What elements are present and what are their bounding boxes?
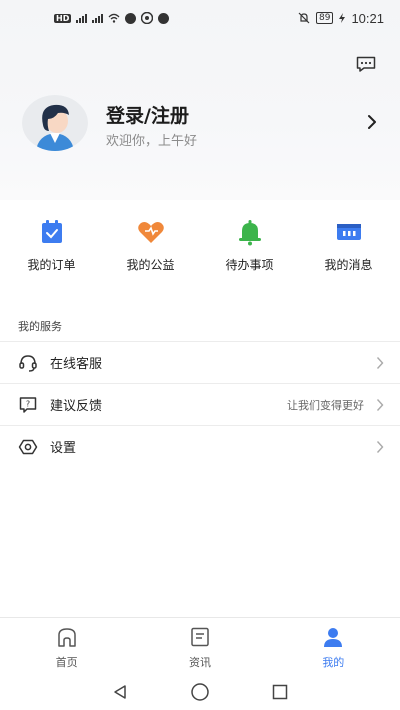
quick-item-orders[interactable]: 我的订单 <box>12 214 92 274</box>
app-notification-icon <box>125 12 137 24</box>
nav-label: 我的 <box>322 656 345 669</box>
bell-icon <box>238 220 261 246</box>
bottom-nav: 首页 资讯 我的 <box>0 617 400 673</box>
chat-message-icon[interactable] <box>356 56 376 72</box>
clock: 10:21 <box>351 10 384 26</box>
chevron-right-icon <box>376 440 384 453</box>
back-icon[interactable] <box>111 683 129 701</box>
order-icon <box>41 220 62 243</box>
wifi-icon <box>108 13 120 23</box>
hd-indicator: HD <box>54 13 72 23</box>
status-bar: HD 89 10:21 <box>0 0 400 36</box>
home-icon <box>57 628 76 647</box>
profile-login-entry[interactable]: 登录/注册 欢迎你，上午好 <box>22 95 382 151</box>
service-list: 在线客服 ? 建议反馈 让我们变得更好 设置 <box>0 341 400 467</box>
quick-item-todo[interactable]: 待办事项 <box>210 214 290 274</box>
news-icon <box>191 627 209 647</box>
greeting-text: 欢迎你，上午好 <box>106 134 198 149</box>
login-register-title[interactable]: 登录/注册 <box>106 101 189 128</box>
service-item-label: 在线客服 <box>50 357 103 372</box>
recents-icon[interactable] <box>271 683 289 701</box>
quick-actions: 我的订单 我的公益 待办事项 我的消息 <box>0 214 400 274</box>
nav-news[interactable]: 资讯 <box>133 618 266 673</box>
mute-icon <box>298 12 310 24</box>
quick-item-label: 我的消息 <box>324 258 373 272</box>
message-icon <box>336 224 361 240</box>
service-item-feedback[interactable]: ? 建议反馈 让我们变得更好 <box>0 383 400 425</box>
chevron-right-icon <box>376 356 384 369</box>
service-item-label: 建议反馈 <box>50 399 103 414</box>
user-icon <box>324 628 343 647</box>
signal-icon <box>76 13 88 23</box>
service-item-settings[interactable]: 设置 <box>0 425 400 467</box>
svg-text:?: ? <box>26 399 30 408</box>
quick-item-charity[interactable]: 我的公益 <box>111 214 191 274</box>
charging-icon <box>339 13 346 23</box>
home-button-icon[interactable] <box>190 682 210 702</box>
quick-item-label: 我的公益 <box>126 258 175 272</box>
nav-label: 首页 <box>55 656 78 669</box>
service-item-customer-service[interactable]: 在线客服 <box>0 341 400 383</box>
system-navigation-bar <box>0 673 400 710</box>
heart-icon <box>137 222 164 243</box>
feedback-icon: ? <box>19 396 37 413</box>
battery-indicator: 89 <box>316 12 334 24</box>
signal-icon-2 <box>92 13 104 23</box>
app-notification-icon-2 <box>141 12 154 24</box>
nav-label: 资讯 <box>188 656 211 669</box>
nav-mine[interactable]: 我的 <box>267 618 400 673</box>
service-item-label: 设置 <box>50 441 77 456</box>
chevron-right-icon <box>376 398 384 411</box>
avatar <box>22 95 88 151</box>
quick-item-messages[interactable]: 我的消息 <box>309 214 389 274</box>
headset-icon <box>19 354 37 372</box>
service-item-hint: 让我们变得更好 <box>287 398 364 412</box>
app-notification-icon-3 <box>158 12 170 24</box>
settings-icon <box>18 439 38 454</box>
quick-item-label: 待办事项 <box>225 258 274 272</box>
nav-home[interactable]: 首页 <box>0 618 133 673</box>
quick-item-label: 我的订单 <box>27 258 76 272</box>
section-title: 我的服务 <box>18 320 62 333</box>
chevron-right-icon[interactable] <box>366 113 378 131</box>
